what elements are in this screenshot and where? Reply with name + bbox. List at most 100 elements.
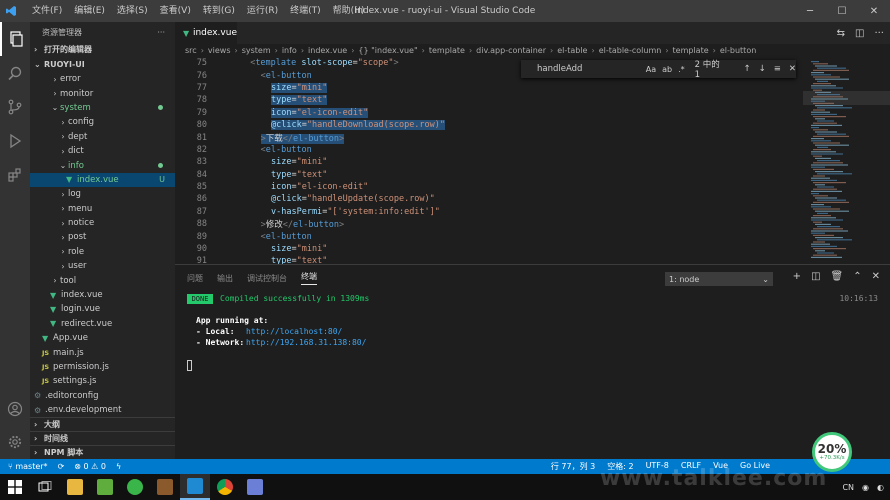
close-icon[interactable]: ✕ — [789, 64, 796, 74]
breadcrumb-item[interactable]: src — [185, 46, 197, 55]
cursor-position[interactable]: 行 77，列 3 — [551, 461, 595, 472]
chrome-icon[interactable] — [210, 474, 240, 500]
sync-icon[interactable]: ⟳ — [58, 462, 65, 471]
tree-item[interactable]: › dict — [30, 144, 175, 158]
problems-indicator[interactable]: ⊗ 0 ⚠ 0 — [74, 462, 106, 471]
timeline-section[interactable]: › 时间线 — [30, 431, 175, 445]
tree-item[interactable]: › monitor — [30, 86, 175, 100]
volume-icon[interactable]: ◐ — [877, 483, 884, 492]
breadcrumb-item[interactable]: div.app-container — [476, 46, 546, 55]
minimap[interactable] — [803, 57, 890, 264]
whole-word-toggle[interactable]: ab — [662, 65, 672, 74]
selection-icon[interactable]: ≡ — [774, 64, 781, 74]
vscode-taskbar-icon[interactable] — [180, 474, 210, 500]
local-url-link[interactable]: http://localhost:80/ — [246, 327, 342, 336]
tree-item[interactable]: › error — [30, 72, 175, 86]
breadcrumb-item[interactable]: template — [429, 46, 465, 55]
chevron-up-icon[interactable]: ⌃ — [853, 271, 861, 282]
split-terminal-icon[interactable]: ◫ — [811, 271, 820, 282]
windows-start-icon[interactable] — [0, 474, 30, 500]
breadcrumb-item[interactable]: index.vue — [308, 46, 347, 55]
branch-indicator[interactable]: ⑂ master* — [8, 462, 48, 471]
tab-problems[interactable]: 问题 — [187, 273, 203, 284]
menu-go[interactable]: 转到(G) — [197, 0, 241, 22]
code-editor[interactable]: 75 <template slot-scope="scope"> 76 <el-but… — [175, 57, 803, 264]
tree-item[interactable]: › menu — [30, 202, 175, 216]
trash-icon[interactable]: 🗑 — [831, 271, 844, 282]
tree-item[interactable]: ▼ redirect.vue — [30, 317, 175, 331]
tree-item[interactable]: › dept — [30, 130, 175, 144]
tab-output[interactable]: 输出 — [217, 273, 233, 284]
tree-item[interactable]: ▼ login.vue — [30, 302, 175, 316]
tree-item[interactable]: JS settings.js — [30, 374, 175, 388]
terminal-select[interactable]: 1: node ⌄ — [665, 272, 773, 286]
tree-item[interactable]: ⌄ system — [30, 101, 175, 115]
breadcrumb-item[interactable]: el-table-column — [599, 46, 662, 55]
breadcrumb-item[interactable]: info — [282, 46, 297, 55]
tree-item[interactable]: ⚙ .editorconfig — [30, 389, 175, 403]
breadcrumb-item[interactable]: template — [673, 46, 709, 55]
source-control-icon[interactable] — [0, 90, 30, 124]
tree-item[interactable]: › role — [30, 245, 175, 259]
network-url-link[interactable]: http://192.168.31.138:80/ — [246, 338, 366, 347]
tree-item[interactable]: › user — [30, 259, 175, 273]
minimize-icon[interactable]: ─ — [794, 0, 826, 22]
tree-item[interactable]: ▼ index.vue — [30, 288, 175, 302]
tree-item[interactable]: ⌄ info — [30, 158, 175, 172]
notepad-icon[interactable] — [90, 474, 120, 500]
tree-item[interactable]: JS main.js — [30, 345, 175, 359]
breadcrumb-item[interactable]: el-table — [557, 46, 587, 55]
explorer-icon[interactable] — [0, 22, 30, 56]
tab-index-vue[interactable]: ▼ index.vue — [175, 22, 237, 44]
menu-edit[interactable]: 编辑(E) — [68, 0, 111, 22]
network-speed-meter[interactable]: 20% +70.3K/s — [812, 432, 852, 472]
tree-item[interactable]: ⚙ .env.development — [30, 403, 175, 417]
breadcrumb-item[interactable]: views — [208, 46, 231, 55]
app-icon[interactable] — [150, 474, 180, 500]
tab-debug-console[interactable]: 调试控制台 — [247, 273, 287, 284]
maximize-icon[interactable]: ☐ — [826, 0, 858, 22]
arrow-down-icon[interactable]: ↓ — [759, 64, 766, 74]
breadcrumb-item[interactable]: system — [242, 46, 271, 55]
breadcrumb-item[interactable]: el-button — [720, 46, 756, 55]
extensions-icon[interactable] — [0, 158, 30, 192]
tree-item[interactable]: › notice — [30, 216, 175, 230]
split-editor-icon[interactable]: ◫ — [855, 28, 864, 39]
search-icon[interactable] — [0, 56, 30, 90]
menu-selection[interactable]: 选择(S) — [111, 0, 154, 22]
network-icon[interactable]: ◉ — [862, 483, 869, 492]
tree-item[interactable]: ▼ index.vue U — [30, 172, 175, 188]
tree-item[interactable]: › log — [30, 187, 175, 201]
tab-terminal[interactable]: 终端 — [301, 271, 317, 285]
open-editors-section[interactable]: › 打开的编辑器 — [30, 42, 175, 57]
more-actions-icon[interactable]: ··· — [157, 28, 165, 37]
close-icon[interactable]: ✕ — [872, 271, 880, 282]
tree-item[interactable]: ▼ App.vue — [30, 331, 175, 345]
close-icon[interactable]: ✕ — [858, 0, 890, 22]
arrow-up-icon[interactable]: ↑ — [744, 64, 751, 74]
browser-360-icon[interactable] — [120, 474, 150, 500]
gear-icon[interactable] — [0, 425, 30, 459]
breadcrumb-item[interactable]: {} "index.vue" — [358, 46, 417, 55]
menu-file[interactable]: 文件(F) — [26, 0, 68, 22]
input-language[interactable]: CN — [842, 483, 854, 492]
menu-terminal[interactable]: 终端(T) — [284, 0, 327, 22]
menu-run[interactable]: 运行(R) — [241, 0, 284, 22]
run-debug-icon[interactable] — [0, 124, 30, 158]
outline-section[interactable]: › 大纲 — [30, 417, 175, 431]
file-explorer-icon[interactable] — [60, 474, 90, 500]
more-actions-icon[interactable]: ··· — [874, 28, 884, 39]
menu-help[interactable]: 帮助(H) — [327, 0, 371, 22]
tree-item[interactable]: › config — [30, 115, 175, 129]
project-section[interactable]: ⌄ RUOYI-UI — [30, 57, 175, 72]
menu-view[interactable]: 查看(V) — [154, 0, 197, 22]
tree-item[interactable]: JS permission.js — [30, 360, 175, 374]
match-case-toggle[interactable]: Aa — [646, 65, 656, 74]
tree-item[interactable]: › post — [30, 230, 175, 244]
regex-toggle[interactable]: .* — [678, 65, 685, 74]
find-input[interactable]: handleAdd — [537, 64, 646, 74]
npm-scripts-section[interactable]: › NPM 脚本 — [30, 445, 175, 459]
app-icon-2[interactable] — [240, 474, 270, 500]
add-terminal-icon[interactable]: + — [793, 271, 801, 282]
tree-item[interactable]: › tool — [30, 273, 175, 287]
